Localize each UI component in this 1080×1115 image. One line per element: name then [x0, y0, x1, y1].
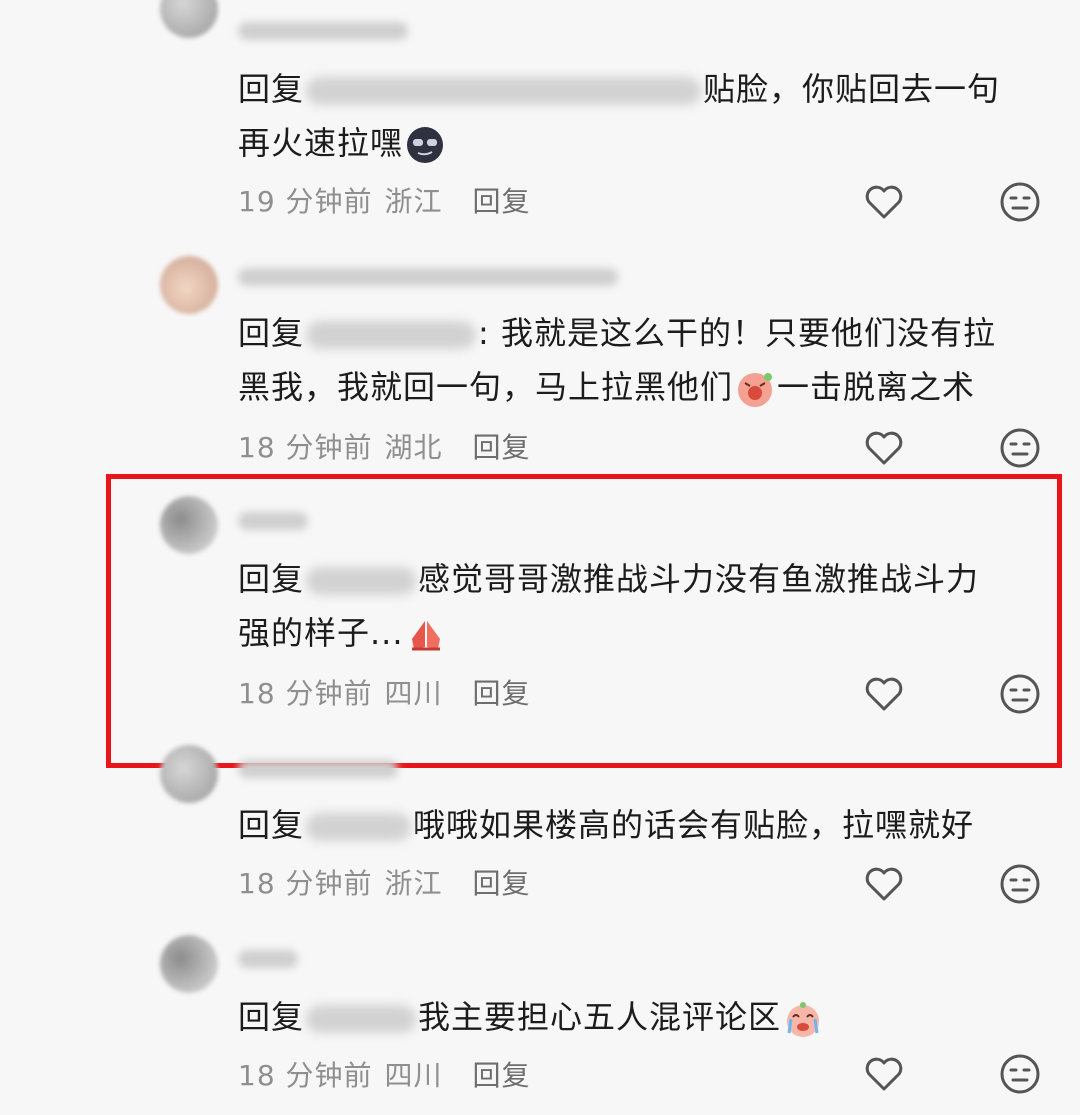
reply-button[interactable]: 回复	[473, 1054, 531, 1094]
reply-prefix: 回复	[238, 314, 305, 352]
comment-meta: 18 分钟前 湖北 回复	[238, 426, 531, 466]
avatar[interactable]	[160, 256, 218, 314]
comment-body-line2-end: 一击脱离之术	[777, 368, 976, 406]
timestamp: 18 分钟前	[238, 431, 373, 464]
avatar[interactable]	[160, 935, 218, 993]
mentioned-user-blurred[interactable]	[306, 813, 412, 841]
location: 浙江	[384, 185, 443, 218]
location: 浙江	[384, 867, 443, 900]
heart-icon[interactable]	[862, 1052, 906, 1096]
mentioned-user-blurred[interactable]	[306, 77, 702, 105]
laughing-pig-emoji-icon	[738, 373, 773, 407]
reply-prefix: 回复	[238, 998, 305, 1036]
comment-body: : 我就是这么干的！只要他们没有拉	[478, 314, 996, 352]
username-blurred[interactable]	[238, 950, 298, 968]
heart-icon[interactable]	[862, 426, 906, 470]
timestamp: 18 分钟前	[238, 1059, 373, 1092]
comment-text: 回复 我主要担心五人混评论区	[238, 990, 1038, 1044]
reply-button[interactable]: 回复	[473, 862, 531, 902]
comment-body-line2: 再火速拉嘿	[238, 124, 404, 162]
neutral-face-icon[interactable]	[998, 180, 1042, 224]
crying-pig-emoji-icon	[787, 1002, 820, 1037]
avatar[interactable]	[160, 0, 218, 38]
comment-body: 哦哦如果楼高的话会有贴脸，拉嘿就好	[413, 806, 975, 844]
red-highlight-box	[106, 474, 1062, 768]
username-blurred[interactable]	[238, 22, 408, 40]
reply-button[interactable]: 回复	[473, 426, 531, 466]
reply-prefix: 回复	[238, 70, 305, 108]
comment-body: 我主要担心五人混评论区	[418, 998, 782, 1036]
mentioned-user-blurred[interactable]	[306, 1005, 417, 1033]
comment-meta: 19 分钟前 浙江 回复	[238, 180, 531, 220]
username-blurred[interactable]	[238, 268, 618, 286]
location: 湖北	[384, 431, 443, 464]
avatar[interactable]	[160, 745, 218, 803]
timestamp: 19 分钟前	[238, 185, 373, 218]
reply-button[interactable]: 回复	[473, 180, 531, 220]
sunglasses-emoji-icon	[407, 127, 444, 163]
comment-meta: 18 分钟前 四川 回复	[238, 1054, 531, 1094]
comment-body: 贴脸，你贴回去一句	[703, 70, 1001, 108]
timestamp: 18 分钟前	[238, 867, 373, 900]
comment-text: 回复 哦哦如果楼高的话会有贴脸，拉嘿就好	[238, 798, 1038, 852]
comment-text: 回复 : 我就是这么干的！只要他们没有拉 黑我，我就回一句，马上拉黑他们 一击脱离之…	[238, 306, 1038, 414]
comment-meta: 18 分钟前 浙江 回复	[238, 862, 531, 902]
neutral-face-icon[interactable]	[998, 426, 1042, 470]
neutral-face-icon[interactable]	[998, 862, 1042, 906]
mentioned-user-blurred[interactable]	[306, 321, 477, 349]
username-blurred[interactable]	[238, 760, 398, 778]
location: 四川	[384, 1059, 443, 1092]
heart-icon[interactable]	[862, 180, 906, 224]
comment-text: 回复 贴脸，你贴回去一句 再火速拉嘿	[238, 62, 1038, 170]
neutral-face-icon[interactable]	[998, 1052, 1042, 1096]
heart-icon[interactable]	[862, 862, 906, 906]
comment-body-line2: 黑我，我就回一句，马上拉黑他们	[238, 368, 734, 406]
reply-prefix: 回复	[238, 806, 305, 844]
